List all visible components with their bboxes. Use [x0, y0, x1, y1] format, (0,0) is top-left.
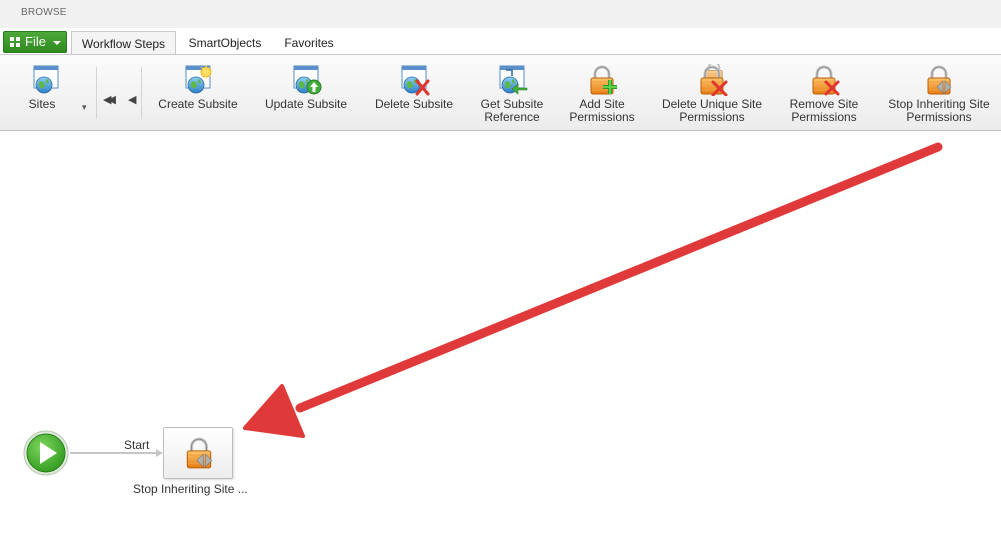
file-menu-button[interactable]: File [3, 31, 67, 53]
create-subsite-icon [182, 65, 213, 96]
browse-label: BROWSE [21, 7, 67, 18]
chevron-down-icon [53, 41, 61, 45]
first-page-icon[interactable]: ◀◀ [103, 93, 116, 106]
delete-subsite-button[interactable]: Delete Subsite [366, 55, 462, 131]
remove-site-permissions-button[interactable]: Remove Site Permissions [782, 55, 866, 131]
ribbon-toolbar: Sites ▾ ◀◀ ◀ Create Subsite Update Subsi… [0, 54, 1001, 131]
remove-site-permissions-label: Remove Site Permissions [789, 97, 859, 124]
file-menu-label: File [25, 34, 46, 49]
subsite-reference-icon [496, 64, 528, 95]
stop-inheriting-lock-icon [182, 436, 216, 470]
delete-unique-site-permissions-label: Delete Unique Site Permissions [661, 97, 763, 124]
create-subsite-button[interactable]: Create Subsite [150, 55, 246, 131]
delete-unique-site-permissions-button[interactable]: Delete Unique Site Permissions [652, 55, 772, 131]
delete-subsite-label: Delete Subsite [374, 97, 454, 111]
update-subsite-icon [290, 64, 322, 95]
stop-inheriting-lock-icon [923, 64, 955, 96]
stop-inheriting-site-permissions-button[interactable]: Stop Inheriting Site Permissions [878, 55, 1000, 131]
connector-start-label: Start [124, 438, 150, 452]
update-subsite-button[interactable]: Update Subsite [256, 55, 356, 131]
delete-subsite-icon [398, 64, 430, 96]
add-permissions-lock-icon [586, 64, 617, 96]
tab-favorites[interactable]: Favorites [276, 31, 342, 54]
update-subsite-label: Update Subsite [264, 97, 348, 111]
ribbon-separator [96, 67, 97, 119]
add-site-permissions-button[interactable]: Add Site Permissions [562, 55, 642, 131]
create-subsite-label: Create Subsite [158, 97, 238, 111]
workflow-design-canvas[interactable]: Start Stop Inheriting Site ... [0, 131, 1001, 548]
ribbon-separator [141, 67, 142, 119]
browse-bar: BROWSE [0, 0, 1001, 29]
site-globe-icon [30, 64, 62, 96]
start-node-play-icon[interactable] [22, 429, 70, 477]
sites-dropdown-icon[interactable]: ▾ [82, 102, 87, 113]
tab-workflow-steps[interactable]: Workflow Steps [71, 31, 176, 54]
workflow-step-label: Stop Inheriting Site ... [133, 482, 248, 496]
ribbon-tab-row: File Workflow Steps SmartObjects Favorit… [0, 28, 1001, 54]
remove-permissions-lock-icon [808, 64, 840, 96]
sites-button[interactable]: Sites [20, 55, 64, 131]
workflow-step-stop-inheriting[interactable] [163, 427, 233, 479]
add-site-permissions-label: Add Site Permissions [569, 97, 635, 124]
previous-page-icon[interactable]: ◀ [128, 93, 136, 106]
stop-inheriting-site-permissions-label: Stop Inheriting Site Permissions [888, 97, 990, 124]
grid-icon [10, 37, 20, 47]
start-connector-line [70, 449, 163, 457]
sites-label: Sites [28, 97, 56, 111]
delete-unique-permissions-lock-icon [696, 64, 728, 96]
tab-smartobjects[interactable]: SmartObjects [180, 31, 270, 54]
get-subsite-reference-button[interactable]: Get Subsite Reference [470, 55, 554, 131]
get-subsite-reference-label: Get Subsite Reference [480, 97, 544, 124]
